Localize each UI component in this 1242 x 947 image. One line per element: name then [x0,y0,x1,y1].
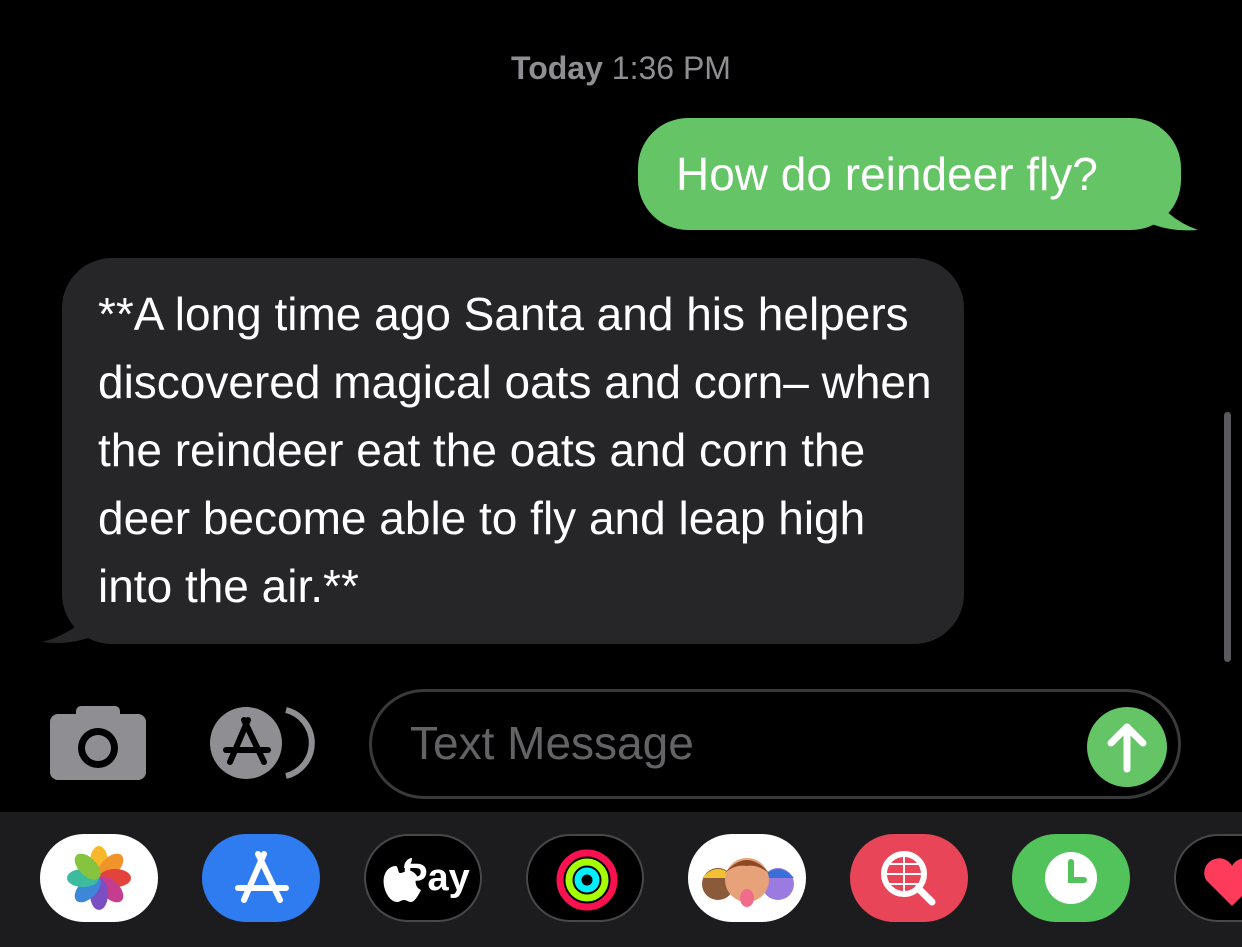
activity-rings-icon [556,849,618,911]
app-store-button[interactable] [208,706,320,780]
app-drawer: Pay [0,812,1242,947]
drawer-app-photos[interactable] [40,834,158,922]
drawer-app-memoji[interactable] [688,834,806,922]
arrow-up-icon [1107,723,1147,773]
drawer-app-images-search[interactable] [850,834,968,922]
outgoing-message-text: How do reindeer fly? [676,148,1098,200]
camera-button[interactable] [50,706,146,780]
message-input[interactable]: Text Message [369,689,1181,799]
drawer-app-app-store[interactable] [202,834,320,922]
drawer-app-clock[interactable] [1012,834,1130,922]
photos-icon [67,846,131,910]
drawer-app-activity[interactable] [526,834,644,922]
heart-icon [1204,858,1242,906]
incoming-message-text: **A long time ago Santa and his helpers … [98,288,932,612]
clock-icon [1045,852,1097,904]
app-store-icon [235,851,289,903]
memoji-icon [702,858,794,907]
camera-icon [50,706,146,780]
timestamp-day: Today [511,50,603,86]
timestamp-time: 1:36 PM [611,50,731,86]
outgoing-message-bubble[interactable]: How do reindeer fly? [638,118,1181,230]
app-store-icon [210,707,315,779]
globe-search-icon [881,851,936,906]
message-input-placeholder: Text Message [410,717,694,769]
conversation-timestamp: Today 1:36 PM [0,50,1242,87]
send-button[interactable] [1087,707,1167,787]
apple-pay-label: Pay [402,857,470,899]
drawer-app-apple-pay[interactable]: Pay [364,834,482,922]
scrollbar[interactable] [1224,412,1231,662]
drawer-app-digital-touch[interactable] [1174,834,1242,922]
incoming-message-bubble[interactable]: **A long time ago Santa and his helpers … [62,258,964,644]
